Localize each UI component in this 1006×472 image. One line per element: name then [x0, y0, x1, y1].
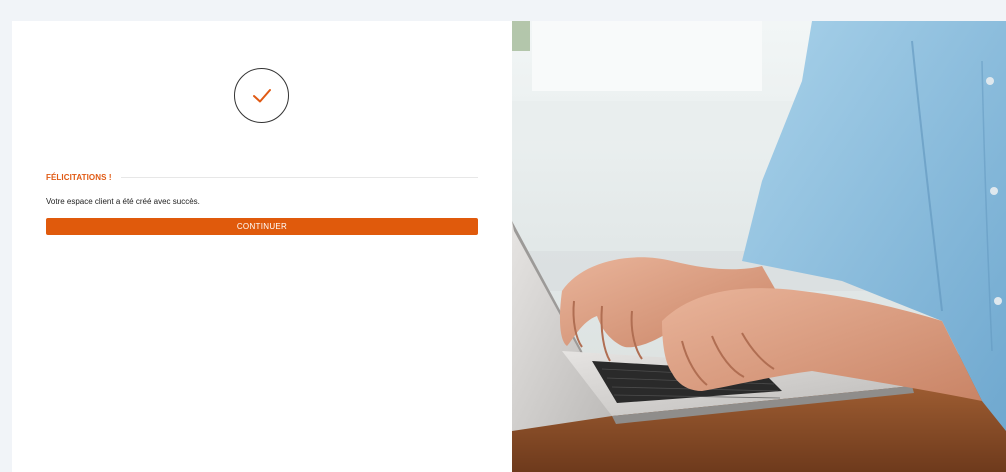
checkmark-icon	[252, 88, 271, 102]
confirmation-title: FÉLICITATIONS !	[46, 173, 112, 182]
success-checkmark-icon	[234, 68, 289, 123]
confirmation-panel: FÉLICITATIONS ! Votre espace client a ét…	[12, 21, 512, 472]
laptop-typing-illustration	[512, 21, 1006, 472]
confirmation-header: FÉLICITATIONS !	[46, 173, 478, 182]
signup-success-card: FÉLICITATIONS ! Votre espace client a ét…	[12, 21, 1006, 472]
continue-button[interactable]: CONTINUER	[46, 218, 478, 235]
hero-photo-laptop-typing	[512, 21, 1006, 472]
title-divider	[120, 177, 478, 178]
confirmation-message: Votre espace client a été créé avec succ…	[46, 197, 200, 206]
